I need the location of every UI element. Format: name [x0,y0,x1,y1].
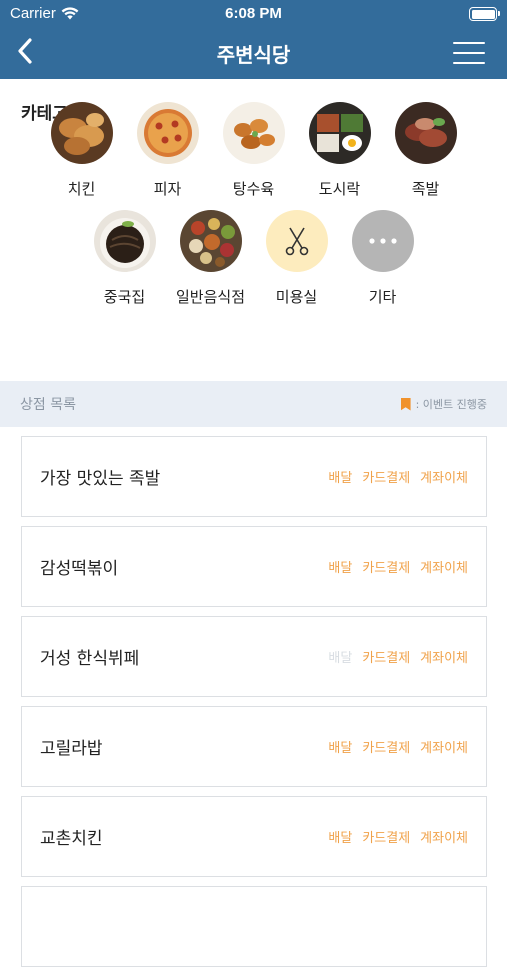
store-tags: 배달 카드결제 계좌이체 [328,737,468,756]
korean-food-photo [179,210,242,272]
category-chinese[interactable]: 중국집 [93,210,156,307]
navigation-bar: 주변식당 [0,28,507,79]
bank-transfer-tag: 계좌이체 [420,831,468,846]
card-payment-tag: 카드결제 [362,651,411,666]
store-row[interactable]: 거성 한식뷔페 배달 카드결제 계좌이체 [21,616,487,697]
store-row[interactable]: 고릴라밥 배달 카드결제 계좌이체 [21,706,487,787]
jokbal-photo [394,102,457,164]
category-label: 피자 [153,180,182,198]
event-legend-label: : 이벤트 진행중 [415,398,487,411]
bookmark-icon [400,397,411,411]
bank-transfer-tag: 계좌이체 [420,471,468,486]
category-jokbal[interactable]: 족발 [394,102,457,199]
category-row: 중국집 일반음식점 미용실 기타 [0,210,507,307]
delivery-tag: 배달 [328,471,353,486]
event-legend: : 이벤트 진행중 [400,396,487,412]
app-header: Carrier 6:08 PM 주변식당 [0,0,507,79]
store-row[interactable] [21,886,487,967]
category-label: 족발 [411,180,440,198]
category-korean[interactable]: 일반음식점 [176,210,245,307]
store-name: 고릴라밥 [40,739,103,759]
store-list: 가장 맛있는 족발 배달 카드결제 계좌이체 감성떡볶이 배달 카드결제 계좌이… [21,436,487,976]
category-label: 도시락 [318,180,361,198]
category-label: 미용실 [275,288,318,306]
chinese-food-photo [93,210,156,272]
bank-transfer-tag: 계좌이체 [420,561,468,576]
category-pizza[interactable]: 피자 [136,102,199,199]
pizza-photo [136,102,199,164]
category-row: 치킨 피자 탕수육 도시락 족발 [0,102,507,199]
status-time: 6:08 PM [225,5,282,22]
bank-transfer-tag: 계좌이체 [420,651,468,666]
menu-icon [453,42,485,44]
card-payment-tag: 카드결제 [362,471,411,486]
more-icon [351,210,414,272]
scissors-icon [265,210,328,272]
card-payment-tag: 카드결제 [362,561,411,576]
category-label: 기타 [368,288,397,306]
chicken-photo [50,102,113,164]
battery-icon [469,7,500,21]
lunchbox-photo [308,102,371,164]
store-name: 감성떡볶이 [40,559,119,579]
store-name: 가장 맛있는 족발 [40,469,161,489]
delivery-tag: 배달 [328,651,353,666]
status-bar: Carrier 6:08 PM [0,0,507,28]
category-label: 일반음식점 [176,288,246,306]
category-etc[interactable]: 기타 [351,210,414,307]
delivery-tag: 배달 [328,831,353,846]
store-row[interactable]: 교촌치킨 배달 카드결제 계좌이체 [21,796,487,877]
store-list-title: 상점 목록 [20,397,76,413]
store-name: 거성 한식뷔페 [40,649,140,669]
category-lunchbox[interactable]: 도시락 [308,102,371,199]
store-tags: 배달 카드결제 계좌이체 [328,647,468,666]
delivery-tag: 배달 [328,561,353,576]
category-hair-salon[interactable]: 미용실 [265,210,328,307]
store-name: 교촌치킨 [40,829,103,849]
delivery-tag: 배달 [328,741,353,756]
category-label: 치킨 [67,180,96,198]
tangsuyuk-photo [222,102,285,164]
category-label: 중국집 [103,288,146,306]
bank-transfer-tag: 계좌이체 [420,741,468,756]
store-row[interactable]: 가장 맛있는 족발 배달 카드결제 계좌이체 [21,436,487,517]
store-tags: 배달 카드결제 계좌이체 [328,827,468,846]
category-tangsuyuk[interactable]: 탕수육 [222,102,285,199]
card-payment-tag: 카드결제 [362,741,411,756]
store-tags: 배달 카드결제 계좌이체 [328,467,468,486]
category-label: 탕수육 [232,180,275,198]
category-chicken[interactable]: 치킨 [50,102,113,199]
store-row[interactable]: 감성떡볶이 배달 카드결제 계좌이체 [21,526,487,607]
page-title: 주변식당 [216,43,291,67]
card-payment-tag: 카드결제 [362,831,411,846]
menu-button[interactable] [453,42,485,64]
store-list-header: 상점 목록 : 이벤트 진행중 [0,381,507,427]
store-tags: 배달 카드결제 계좌이체 [328,557,468,576]
